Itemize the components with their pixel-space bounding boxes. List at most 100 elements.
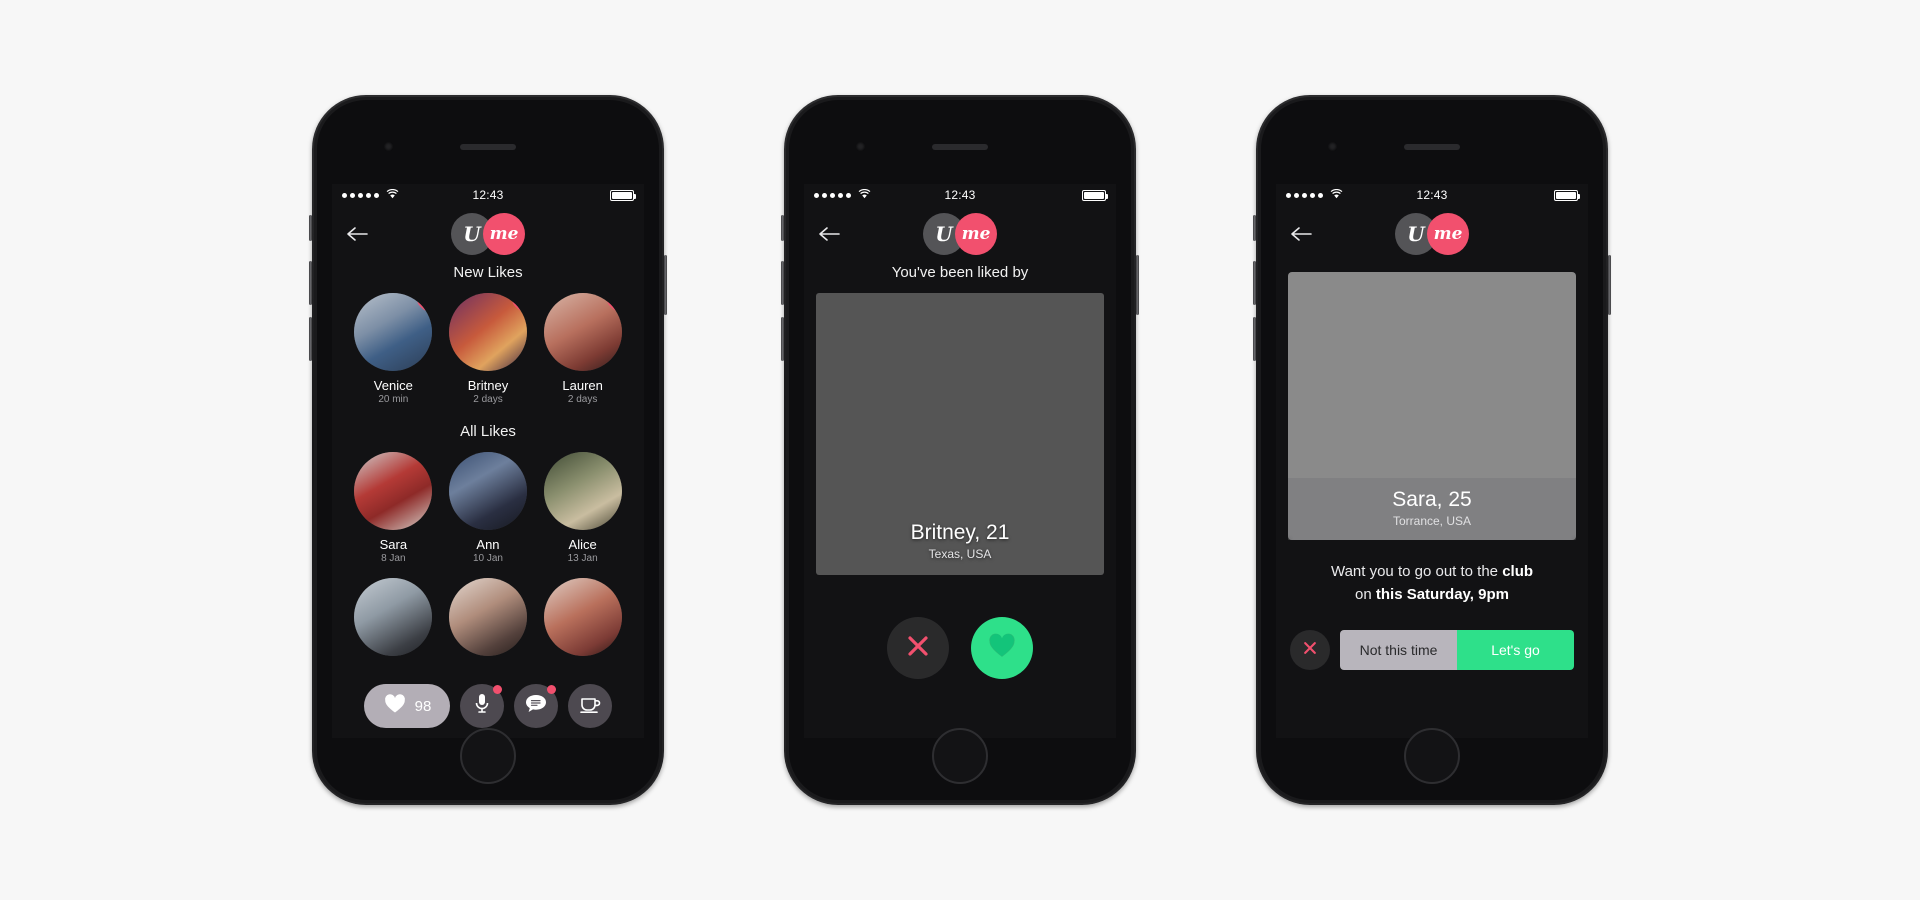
- tab-dates[interactable]: [568, 684, 612, 728]
- front-camera-icon: [856, 142, 865, 151]
- earpiece-speaker: [932, 144, 988, 150]
- avatar-meta: 10 Jan: [472, 553, 503, 564]
- accept-button[interactable]: Let's go: [1457, 630, 1574, 670]
- invite-venue: club: [1502, 563, 1534, 580]
- avatar[interactable]: [354, 578, 433, 656]
- likes-count: 98: [414, 697, 432, 715]
- back-arrow-icon[interactable]: [1288, 221, 1314, 247]
- liked-by-title: You've been liked by: [891, 264, 1029, 281]
- new-likes-title: New Likes: [453, 264, 523, 281]
- new-like-item[interactable]: Venice 20 min: [351, 293, 435, 405]
- back-arrow-icon[interactable]: [816, 221, 842, 247]
- phone-2-navbar: U me: [804, 206, 1116, 262]
- heart-icon: [511, 295, 527, 313]
- home-button[interactable]: [460, 728, 516, 784]
- new-like-item[interactable]: Lauren 2 days: [541, 293, 625, 405]
- volume-up-button[interactable]: [1253, 261, 1256, 305]
- phone-2-bezel: 12:43 U me You've been liked by Britney,…: [789, 100, 1131, 800]
- logo-me-badge: me: [955, 213, 997, 255]
- phone-2-screen: 12:43 U me You've been liked by Britney,…: [804, 184, 1116, 738]
- invite-actions: Not this time Let's go: [1276, 630, 1588, 670]
- front-camera-icon: [384, 142, 393, 151]
- avatar-name: Sara: [379, 537, 408, 552]
- battery-indicator: [1448, 189, 1580, 201]
- pass-button[interactable]: [887, 617, 949, 679]
- app-logo[interactable]: U me: [1395, 213, 1469, 255]
- avatar-meta: 13 Jan: [567, 553, 598, 564]
- new-like-item[interactable]: Britney 2 days: [446, 293, 530, 405]
- volume-up-button[interactable]: [309, 261, 312, 305]
- all-like-item[interactable]: [541, 578, 625, 656]
- avatar[interactable]: [354, 452, 433, 530]
- avatar[interactable]: [543, 578, 622, 656]
- home-button[interactable]: [932, 728, 988, 784]
- battery-indicator: [504, 189, 636, 201]
- app-logo[interactable]: U me: [451, 213, 525, 255]
- tab-likes[interactable]: 98: [364, 684, 450, 728]
- tab-chat[interactable]: [514, 684, 558, 728]
- signal-indicator: [814, 188, 944, 202]
- mute-switch[interactable]: [781, 215, 784, 241]
- mute-switch[interactable]: [1253, 215, 1256, 241]
- profile-photo-card[interactable]: Britney, 21 Texas, USA: [816, 293, 1104, 575]
- avatar-name: Lauren: [562, 378, 603, 393]
- phone-1-bezel: 12:43 U me New Likes Venice 20 min Britn…: [317, 100, 659, 800]
- volume-down-button[interactable]: [309, 317, 312, 361]
- logo-me-badge: me: [483, 213, 525, 255]
- tab-voice[interactable]: [460, 684, 504, 728]
- avatar[interactable]: [448, 293, 527, 371]
- avatar[interactable]: [543, 452, 622, 530]
- logo-me-badge: me: [1427, 213, 1469, 255]
- phone-1-screen: 12:43 U me New Likes Venice 20 min Britn…: [332, 184, 644, 738]
- volume-down-button[interactable]: [1253, 317, 1256, 361]
- power-button[interactable]: [664, 255, 667, 315]
- status-bar: 12:43: [1276, 184, 1588, 206]
- power-button[interactable]: [1608, 255, 1611, 315]
- all-like-item[interactable]: Alice 13 Jan: [541, 452, 625, 564]
- phone-1: 12:43 U me New Likes Venice 20 min Britn…: [309, 95, 667, 805]
- chat-bubble-icon: [525, 694, 547, 719]
- all-likes-grid-row2: [332, 578, 644, 656]
- status-bar: 12:43: [804, 184, 1116, 206]
- dismiss-button[interactable]: [1290, 630, 1330, 670]
- profile-caption: Britney, 21 Texas, USA: [816, 521, 1104, 561]
- status-bar-time: 12:43: [1416, 188, 1448, 202]
- avatar-meta: 8 Jan: [381, 553, 406, 564]
- avatar-name: Venice: [373, 378, 413, 393]
- avatar-meta: 2 days: [473, 394, 503, 405]
- signal-indicator: [1286, 188, 1416, 202]
- invite-line2-prefix: on: [1355, 586, 1376, 603]
- wifi-icon: [858, 188, 871, 202]
- all-like-item[interactable]: Sara 8 Jan: [351, 452, 435, 564]
- volume-down-button[interactable]: [781, 317, 784, 361]
- notification-dot: [493, 685, 502, 694]
- new-likes-grid: Venice 20 min Britney 2 days Lauren 2 da…: [332, 293, 644, 405]
- bottom-tab-bar: 98: [332, 684, 644, 728]
- phone-3: 12:43 U me Sara, 25 Torrance, USA Want y…: [1253, 95, 1611, 805]
- all-like-item[interactable]: [351, 578, 435, 656]
- all-like-item[interactable]: [446, 578, 530, 656]
- invite-profile-card[interactable]: Sara, 25 Torrance, USA: [1288, 272, 1576, 540]
- heart-icon: [416, 295, 433, 313]
- power-button[interactable]: [1136, 255, 1139, 315]
- avatar[interactable]: [354, 293, 433, 371]
- avatar-meta: 2 days: [567, 394, 598, 405]
- all-likes-title: All Likes: [460, 423, 516, 440]
- earpiece-speaker: [460, 144, 516, 150]
- back-arrow-icon[interactable]: [344, 221, 370, 247]
- mute-switch[interactable]: [309, 215, 312, 241]
- invite-datetime: this Saturday, 9pm: [1375, 586, 1509, 603]
- phone-3-bezel: 12:43 U me Sara, 25 Torrance, USA Want y…: [1261, 100, 1603, 800]
- all-like-item[interactable]: Ann 10 Jan: [446, 452, 530, 564]
- microphone-icon: [474, 693, 490, 720]
- avatar[interactable]: [448, 452, 527, 530]
- phone-1-navbar: U me: [332, 206, 644, 262]
- home-button[interactable]: [1404, 728, 1460, 784]
- decline-button[interactable]: Not this time: [1340, 630, 1457, 670]
- avatar[interactable]: [448, 578, 527, 656]
- like-button[interactable]: [971, 617, 1033, 679]
- volume-up-button[interactable]: [781, 261, 784, 305]
- phone-mockup-stage: 12:43 U me New Likes Venice 20 min Britn…: [0, 0, 1920, 900]
- avatar[interactable]: [543, 293, 622, 371]
- app-logo[interactable]: U me: [923, 213, 997, 255]
